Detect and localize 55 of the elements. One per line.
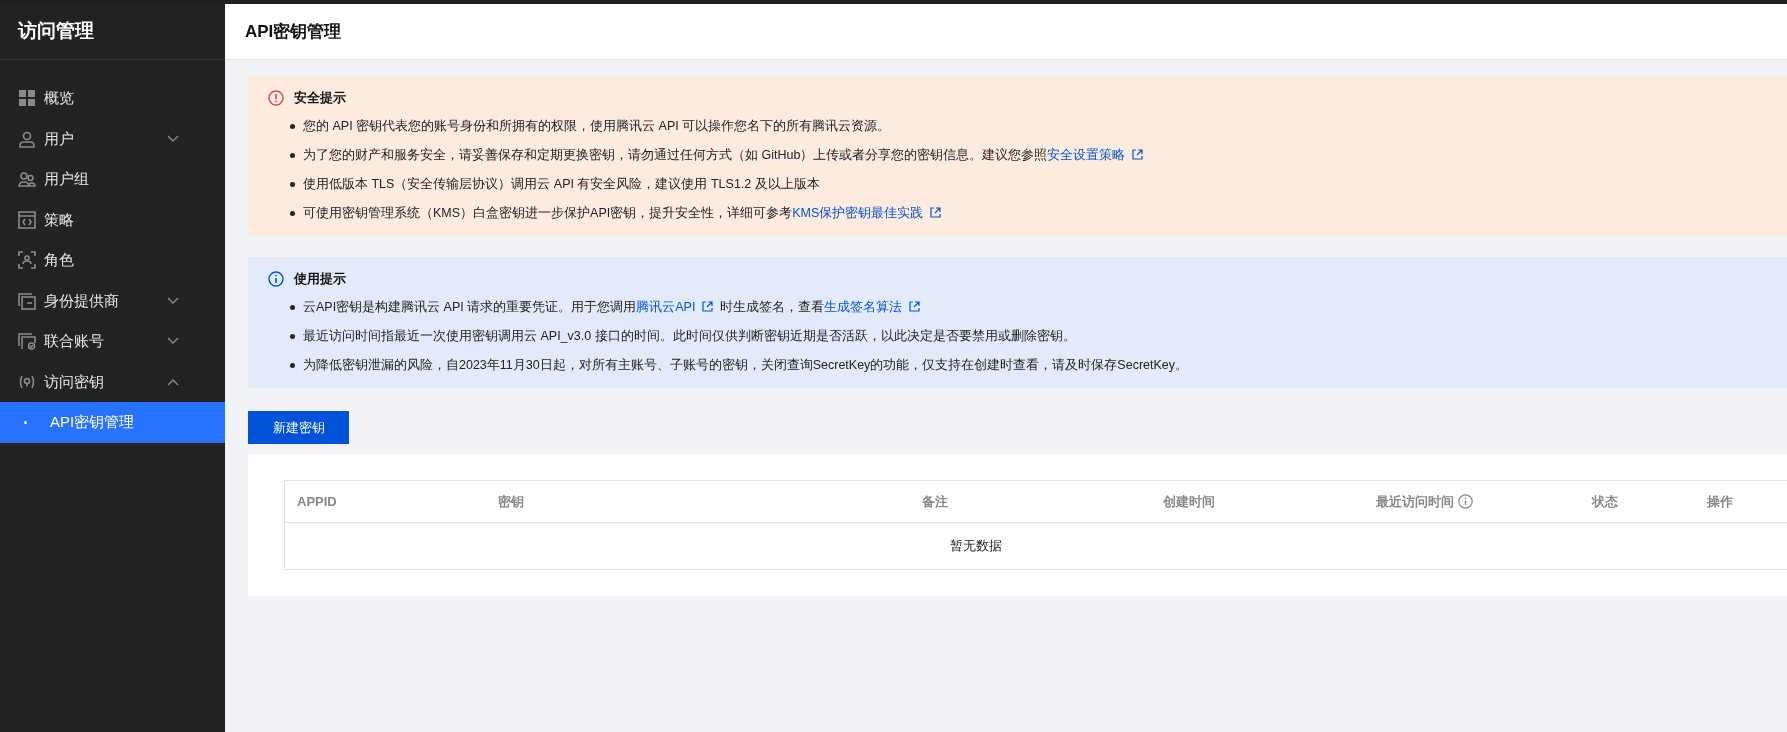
bullet-icon [290, 362, 295, 368]
create-key-button[interactable]: 新建密钥 [248, 411, 349, 444]
column-header: 创建时间 [1163, 492, 1215, 511]
notice-text: 为了您的财产和服务安全，请妥善保存和定期更换密钥，请勿通过任何方式（如 GitHub）上传或者分享您的密钥信息。建议您参照安全设置策略 [303, 145, 1151, 165]
column-header: 密钥 [498, 492, 524, 511]
bullet-icon [24, 420, 27, 424]
notice-title: 安全提示 [294, 89, 346, 108]
link[interactable]: 安全设置策略 [1047, 147, 1126, 162]
column-header: APPID [297, 492, 337, 511]
notice-text: 为降低密钥泄漏的风险，自2023年11月30日起，对所有主账号、子账号的密钥，关闭查询SecretKey的功能，仅支持在创建时查看，请及时保存SecretKey。 [303, 356, 1189, 374]
bullet-icon [290, 152, 295, 158]
sidebar-subitem[interactable]: API密钥管理 [0, 402, 225, 443]
link[interactable]: KMS保护密钥最佳实践 [792, 205, 924, 220]
bullet-icon [290, 181, 295, 187]
sidebar-item[interactable]: 联合账号 [0, 321, 225, 362]
sidebar-item[interactable]: 角色 [0, 240, 225, 281]
link[interactable]: 腾讯云API [636, 299, 696, 314]
column-header: 操作 [1707, 492, 1733, 511]
bullet-icon [290, 304, 295, 310]
notice-text: 使用低版本 TLS（安全传输层协议）调用云 API 有安全风险，建议使用 TLS1.2 及以上版本 [303, 175, 820, 193]
grid-icon [18, 89, 36, 108]
sidebar-title: 访问管理 [18, 19, 94, 44]
bullet-icon [290, 210, 295, 216]
external-link-icon[interactable] [702, 300, 714, 312]
external-link-icon[interactable] [930, 206, 942, 218]
sidebar-item[interactable]: 用户 [0, 118, 225, 159]
bullet-icon [290, 333, 295, 339]
info-circle-icon[interactable] [1458, 494, 1473, 509]
code-window-icon [18, 210, 36, 229]
column-header: 备注 [922, 492, 948, 511]
user-icon [18, 129, 36, 148]
sidebar-item[interactable]: 用户组 [0, 159, 225, 200]
notice-text: 可使用密钥管理系统（KMS）白盒密钥进一步保护API密钥，提升安全性，详细可参考KMS保护密钥最佳实践 [303, 203, 949, 223]
notice-text: 云API密钥是构建腾讯云 API 请求的重要凭证。用于您调用腾讯云API 时生成签名，查看生成签名算法 [303, 297, 928, 317]
external-link-icon[interactable] [909, 300, 921, 312]
card-check-icon [18, 332, 36, 351]
exclamation-circle-icon [268, 90, 284, 106]
column-header: 最近访问时间 [1376, 492, 1454, 511]
external-link-icon[interactable] [1132, 148, 1144, 160]
bullet-icon [290, 123, 295, 129]
link[interactable]: 生成签名算法 [824, 299, 903, 314]
sidebar-item[interactable]: 访问密钥 [0, 361, 225, 402]
sidebar-item[interactable]: 身份提供商 [0, 280, 225, 321]
person-frame-icon [18, 251, 36, 270]
notice-title: 使用提示 [294, 270, 346, 289]
empty-table-message: 暂无数据 [950, 537, 1002, 556]
sidebar-item[interactable]: 概览 [0, 78, 225, 119]
stacked-cards-icon [18, 291, 36, 310]
users-icon [18, 170, 36, 189]
notice-text: 您的 API 密钥代表您的账号身份和所拥有的权限，使用腾讯云 API 可以操作您名下的所有腾讯云资源。 [303, 117, 891, 135]
sidebar-item[interactable]: 策略 [0, 199, 225, 240]
notice-text: 最近访问时间指最近一次使用密钥调用云 API_v3.0 接口的时间。此时间仅供判断密钥近期是否活跃，以此决定是否要禁用或删除密钥。 [303, 327, 1076, 345]
info-circle-icon [268, 271, 284, 287]
page-title: API密钥管理 [245, 20, 342, 43]
column-header: 状态 [1592, 492, 1618, 511]
